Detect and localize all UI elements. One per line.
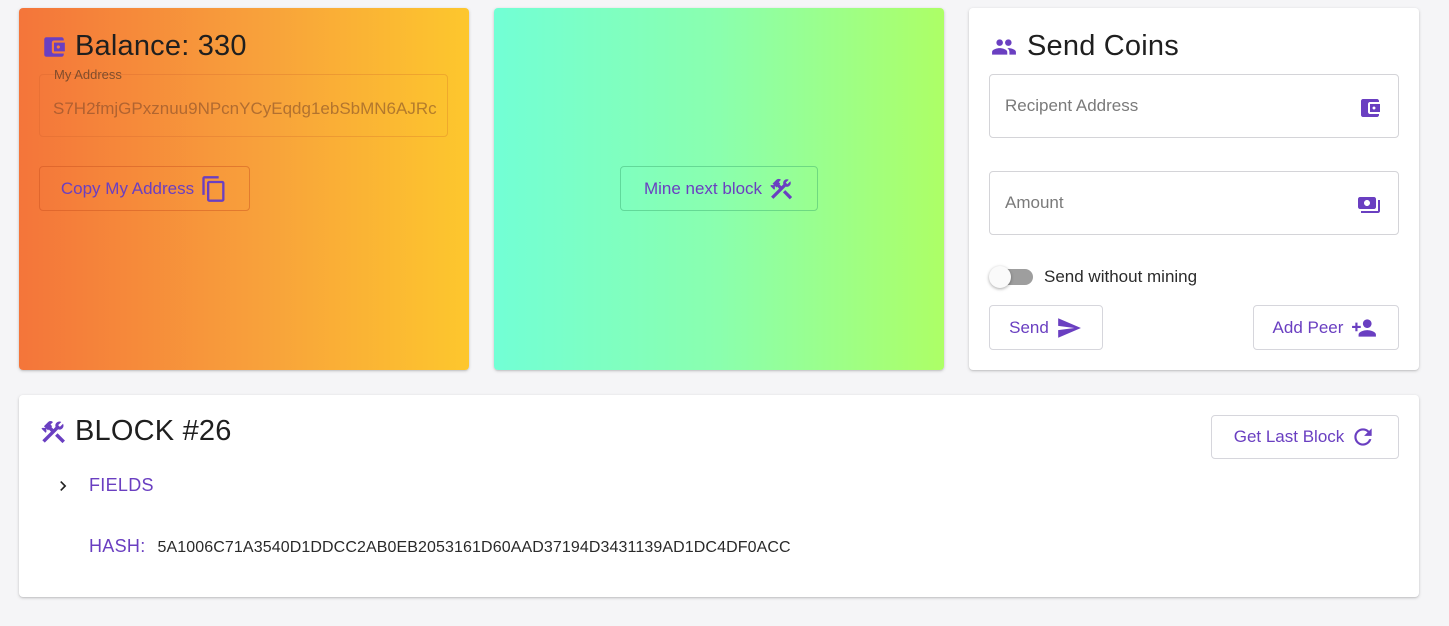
add-peer-button-label: Add Peer xyxy=(1272,317,1344,337)
my-address-label: My Address xyxy=(54,67,122,82)
copy-address-label: Copy My Address xyxy=(60,178,195,198)
amount-field[interactable] xyxy=(989,171,1399,235)
send-without-mining-toggle[interactable] xyxy=(989,265,1035,289)
send-button[interactable]: Send xyxy=(989,305,1103,350)
amount-input[interactable] xyxy=(1003,192,1347,214)
my-address-value[interactable]: S7H2fmjGPxznuu9NPcnYCyEqdg1ebSbMN6AJRcR xyxy=(53,99,437,119)
recipient-address-input[interactable] xyxy=(1003,95,1347,117)
recipient-address-field[interactable] xyxy=(989,74,1399,138)
refresh-icon xyxy=(1350,424,1376,450)
send-without-mining-row: Send without mining xyxy=(989,265,1197,289)
toggle-thumb xyxy=(989,266,1011,288)
block-card: BLOCK #26 Get Last Block FIELDS HASH: 5A… xyxy=(19,395,1419,597)
chevron-right-icon xyxy=(53,476,73,496)
get-last-block-button[interactable]: Get Last Block xyxy=(1211,415,1399,459)
wallet-icon xyxy=(1358,96,1382,120)
send-coins-card: Send Coins Send without mining Send Add … xyxy=(969,8,1419,370)
balance-title: Balance: 330 xyxy=(75,30,247,62)
get-last-block-label: Get Last Block xyxy=(1233,427,1345,446)
mine-next-block-label: Mine next block xyxy=(643,178,763,198)
fields-label: FIELDS xyxy=(89,475,154,495)
copy-address-button[interactable]: Copy My Address xyxy=(39,166,250,211)
balance-header: Balance: 330 xyxy=(41,30,247,63)
send-without-mining-label: Send without mining xyxy=(1044,267,1198,286)
money-icon xyxy=(1356,193,1382,217)
hash-value: 5A1006C71A3540D1DDCC2AB0EB2053161D60AAD3… xyxy=(157,539,791,556)
hash-row: HASH: 5A1006C71A3540D1DDCC2AB0EB2053161D… xyxy=(89,536,791,557)
my-address-field[interactable]: My Address S7H2fmjGPxznuu9NPcnYCyEqdg1eb… xyxy=(39,67,448,137)
hash-label: HASH: xyxy=(89,536,146,556)
add-peer-button[interactable]: Add Peer xyxy=(1253,305,1399,350)
copy-icon xyxy=(200,175,228,203)
hammer-pick-icon xyxy=(39,418,67,446)
send-icon xyxy=(1055,315,1083,341)
send-button-label: Send xyxy=(1009,317,1049,337)
block-header: BLOCK #26 xyxy=(39,415,232,448)
mine-next-block-button[interactable]: Mine next block xyxy=(620,166,818,211)
person-add-icon xyxy=(1349,315,1379,341)
mining-card: Mine next block xyxy=(494,8,944,370)
send-coins-header: Send Coins xyxy=(989,30,1179,63)
wallet-icon xyxy=(41,34,67,60)
fields-expander[interactable]: FIELDS xyxy=(53,475,154,496)
hammer-pick-icon xyxy=(768,176,794,202)
people-icon xyxy=(989,34,1019,60)
send-coins-title: Send Coins xyxy=(1027,30,1179,62)
block-title: BLOCK #26 xyxy=(75,415,232,447)
balance-card: Balance: 330 My Address S7H2fmjGPxznuu9N… xyxy=(19,8,469,370)
